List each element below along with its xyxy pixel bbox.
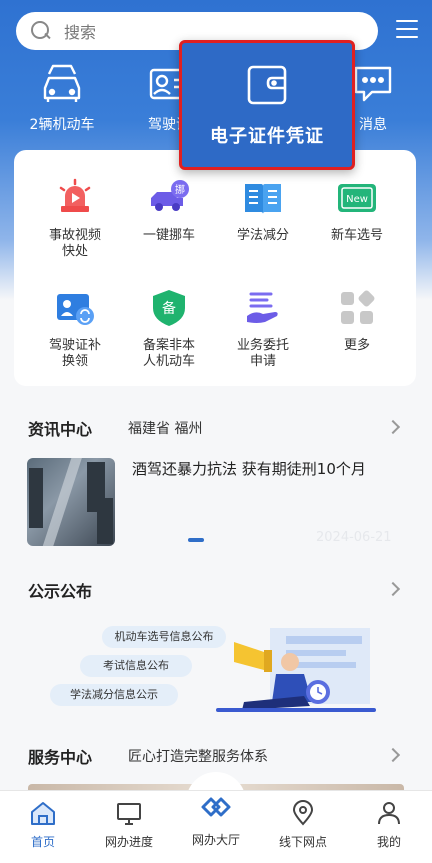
service-label: 更多 <box>343 338 370 353</box>
tab-offline-outlets[interactable]: 线下网点 <box>268 799 338 850</box>
service-new-plate[interactable]: New 新车选号 <box>312 176 402 244</box>
car-stack-icon <box>39 60 85 106</box>
bottom-tab-bar: 首页 网办进度 网办大厅 线下网点 我的 <box>0 790 432 863</box>
tab-label: 首页 <box>30 835 55 849</box>
move-car-icon: 挪 <box>147 176 191 220</box>
home-icon <box>29 799 57 827</box>
tab-home[interactable]: 首页 <box>8 799 78 850</box>
service-label: 驾驶证补 <box>48 338 101 353</box>
chevron-right-icon[interactable] <box>385 747 401 763</box>
siren-video-icon <box>53 176 97 220</box>
tab-online-hall[interactable]: 网办大厅 <box>181 791 251 848</box>
service-delegate[interactable]: 业务委托 申请 <box>218 286 308 370</box>
monitor-icon <box>115 799 143 827</box>
chevron-right-icon[interactable] <box>385 419 401 435</box>
service-label: 学法减分 <box>236 228 289 243</box>
menu-icon[interactable] <box>396 20 418 40</box>
service-more[interactable]: 更多 <box>312 286 402 354</box>
chevron-right-icon[interactable] <box>385 581 401 597</box>
news-location[interactable]: 福建省 福州 <box>128 418 202 438</box>
tab-progress[interactable]: 网办进度 <box>94 799 164 850</box>
notice-pill[interactable]: 学法减分信息公示 <box>50 684 178 706</box>
top-nav-messages-label: 消息 <box>359 117 387 133</box>
book-icon <box>241 176 285 220</box>
service-label: 备案非本 <box>142 338 195 353</box>
notice-pill[interactable]: 机动车选号信息公布 <box>102 626 226 648</box>
services-card: 事故视频 快处 挪 一键挪车 学法减分 New 新车选号 驾驶证补 换领 备 备… <box>14 150 416 386</box>
tab-mine[interactable]: 我的 <box>354 799 424 850</box>
service-license-renew[interactable]: 驾驶证补 换领 <box>30 286 120 370</box>
news-headline[interactable]: 酒驾还暴力抗法 获有期徒刑10个月 <box>132 458 366 479</box>
svg-text:备: 备 <box>162 300 176 317</box>
service-label: 事故视频 <box>48 228 101 243</box>
tab-label: 网办大厅 <box>191 833 240 847</box>
user-icon <box>375 799 403 827</box>
service-label: 人机动车 <box>142 354 195 369</box>
top-nav-vehicles-label: 2辆机动车 <box>29 117 95 133</box>
service-center-subtitle: 匠心打造完整服务体系 <box>128 749 268 765</box>
service-center-title: 服务中心 <box>28 748 93 767</box>
notice-pill[interactable]: 考试信息公布 <box>80 655 192 677</box>
search-placeholder: 搜索 <box>64 23 97 42</box>
new-plate-icon: New <box>335 176 379 220</box>
svg-text:New: New <box>346 194 368 205</box>
service-record-vehicle[interactable]: 备 备案非本 人机动车 <box>124 286 214 370</box>
service-label: 快处 <box>61 244 88 259</box>
tab-label: 线下网点 <box>278 835 327 849</box>
wallet-icon <box>244 62 290 108</box>
service-label: 换领 <box>61 354 88 369</box>
service-accident-video[interactable]: 事故视频 快处 <box>30 176 120 260</box>
message-icon <box>350 60 396 106</box>
search-icon <box>30 20 52 42</box>
top-nav-vehicles[interactable]: 2辆机动车 <box>20 60 104 134</box>
license-renew-icon <box>53 286 97 330</box>
notice-illustration <box>216 628 376 712</box>
news-thumbnail[interactable] <box>27 458 115 546</box>
notice-section-title: 公示公布 <box>28 582 93 601</box>
news-section-title: 资讯中心 <box>28 420 93 439</box>
location-icon <box>289 799 317 827</box>
tab-label: 我的 <box>376 835 401 849</box>
service-label: 一键挪车 <box>142 228 195 243</box>
service-label: 新车选号 <box>330 228 383 243</box>
e-certificate-popup[interactable]: 电子证件凭证 <box>179 40 355 170</box>
e-certificate-label: 电子证件凭证 <box>210 126 324 147</box>
service-move-car[interactable]: 挪 一键挪车 <box>124 176 214 244</box>
news-date: 2024-06-21 <box>316 530 392 545</box>
service-study-law[interactable]: 学法减分 <box>218 176 308 244</box>
service-label: 业务委托 <box>236 338 289 353</box>
carousel-indicator <box>188 538 204 542</box>
shield-record-icon: 备 <box>147 286 191 330</box>
more-grid-icon <box>335 286 379 330</box>
delegate-icon <box>241 286 285 330</box>
svg-text:挪: 挪 <box>175 183 185 196</box>
handshake-icon <box>199 791 233 825</box>
service-label: 申请 <box>249 354 276 369</box>
top-nav-messages[interactable]: 消息 <box>348 60 398 134</box>
tab-label: 网办进度 <box>104 835 153 849</box>
